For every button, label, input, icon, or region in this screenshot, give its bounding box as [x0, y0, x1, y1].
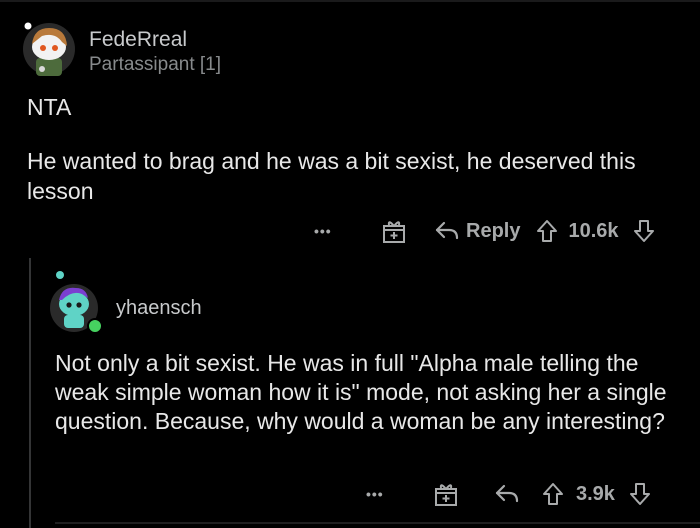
more-options-button[interactable]: •••	[314, 223, 344, 239]
thread-line[interactable]	[29, 258, 31, 528]
snoo-avatar-icon	[23, 22, 75, 76]
upvote-icon	[537, 220, 558, 242]
vote-score: 3.9k	[576, 482, 615, 505]
downvote-icon	[633, 220, 654, 242]
avatar[interactable]	[48, 270, 104, 334]
upvote-button[interactable]	[536, 219, 558, 243]
upvote-button[interactable]	[542, 482, 564, 506]
award-icon	[383, 221, 405, 243]
award-button[interactable]	[380, 217, 408, 245]
username[interactable]: yhaensch	[116, 297, 202, 320]
user-flair: Partassipant [1]	[89, 54, 222, 75]
more-options-button[interactable]: •••	[366, 486, 396, 502]
avatar[interactable]	[22, 22, 76, 76]
reply-label: Reply	[466, 219, 521, 242]
reply-button[interactable]: Reply	[434, 220, 520, 243]
comment-actions: ••• 3.9k	[366, 478, 651, 510]
downvote-button[interactable]	[629, 482, 651, 506]
bottom-divider	[55, 522, 700, 524]
reply-button[interactable]	[494, 483, 520, 505]
comment-paragraph: He wanted to brag and he was a bit sexis…	[27, 148, 636, 204]
online-status-icon	[87, 318, 103, 334]
top-divider	[0, 0, 700, 2]
comment-body: NTA He wanted to brag and he was a bit s…	[27, 92, 687, 230]
snoo-avatar-icon	[50, 271, 103, 334]
downvote-icon	[629, 483, 650, 505]
upvote-icon	[543, 483, 563, 505]
comment-body: Not only a bit sexist. He was in full "A…	[55, 350, 667, 434]
award-icon	[435, 484, 457, 506]
reply-icon	[435, 221, 459, 240]
username[interactable]: FedeRreal	[89, 28, 187, 52]
downvote-button[interactable]	[633, 219, 655, 243]
award-button[interactable]	[432, 480, 460, 508]
more-icon: •••	[314, 223, 332, 239]
more-icon: •••	[366, 486, 384, 502]
vote-score: 10.6k	[568, 219, 619, 242]
reply-icon	[495, 484, 519, 503]
comment-actions: ••• Reply 10.6k	[314, 215, 655, 247]
comment-paragraph: NTA	[27, 94, 72, 120]
